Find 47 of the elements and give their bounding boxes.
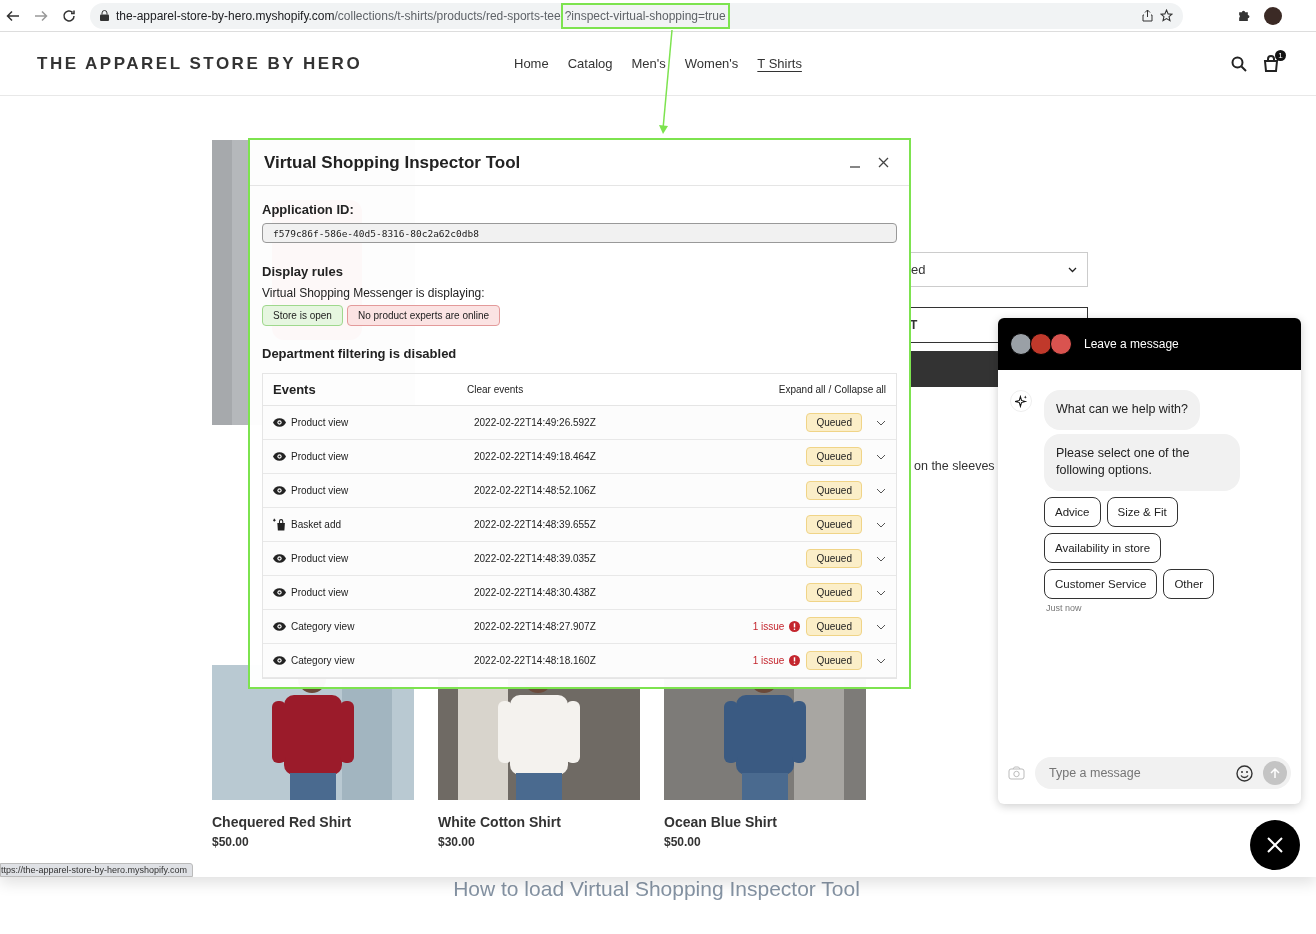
status-badge: Queued [806, 549, 862, 568]
url-query-highlight: ?inspect-virtual-shopping=true [560, 2, 730, 29]
event-name: Product view [291, 451, 350, 462]
dialog-title: Virtual Shopping Inspector Tool [264, 152, 522, 173]
event-time: 2022-02-22T14:48:27.907Z [474, 621, 597, 632]
caption: How to load Virtual Shopping Inspector Tool [452, 877, 861, 901]
status-badge: Queued [806, 481, 862, 500]
section-heading: Display rules [262, 264, 344, 279]
separator-text: / [828, 384, 832, 395]
event-time: 2022-02-22T14:48:18.160Z [474, 655, 597, 666]
event-time: 2022-02-22T14:48:30.438Z [474, 587, 597, 598]
status-badge: Queued [806, 617, 862, 636]
status-badge: Queued [806, 583, 862, 602]
status-badge: Queued [806, 413, 862, 432]
event-time: 2022-02-22T14:49:18.464Z [474, 451, 597, 462]
event-name: Product view [291, 485, 350, 496]
status-badge: Queued [806, 651, 862, 670]
event-time: 2022-02-22T14:48:39.035Z [474, 553, 597, 564]
status-url: ttps://the-apparel-store-by-hero.myshopify.com [0, 863, 193, 877]
event-name: Basket add [291, 519, 343, 530]
chat-bubble: Please select one of the following options. [1044, 433, 1240, 491]
event-name: Category view [291, 621, 356, 632]
issue-count: 1 issue [752, 621, 785, 632]
event-name: Product view [291, 417, 350, 428]
product-price: $50.00 [212, 835, 250, 849]
event-name: Product view [291, 553, 350, 564]
events-heading: Events [273, 382, 317, 397]
message-time: Just now [1046, 602, 1082, 613]
status-badge: Queued [806, 447, 862, 466]
rules-description: Virtual Shopping Messenger is displaying: [262, 286, 486, 300]
status-badge: Queued [806, 515, 862, 534]
url-text: the-apparel-store-by-hero.myshopify.com/collections/t-shirts/products/red-sports-tee [116, 8, 561, 23]
chat-bubble: What can we help with? [1044, 390, 1200, 430]
chat-title: Leave a message [1084, 337, 1179, 351]
rule-tag: No product experts are online [346, 305, 501, 326]
cart-count-badge: 1 [1275, 50, 1286, 61]
section-heading: Department filtering is disabled [262, 346, 458, 361]
event-time: 2022-02-22T14:48:39.655Z [474, 519, 597, 530]
section-heading: Application ID: [262, 202, 355, 217]
product-price: $30.00 [438, 835, 476, 849]
event-name: Category view [291, 655, 356, 666]
event-time: 2022-02-22T14:49:26.592Z [474, 417, 597, 428]
event-name: Product view [291, 587, 350, 598]
product-price: $50.00 [664, 835, 702, 849]
event-time: 2022-02-22T14:48:52.106Z [474, 485, 597, 496]
issue-count: 1 issue [752, 655, 785, 666]
rule-tag: Store is open [262, 305, 343, 326]
